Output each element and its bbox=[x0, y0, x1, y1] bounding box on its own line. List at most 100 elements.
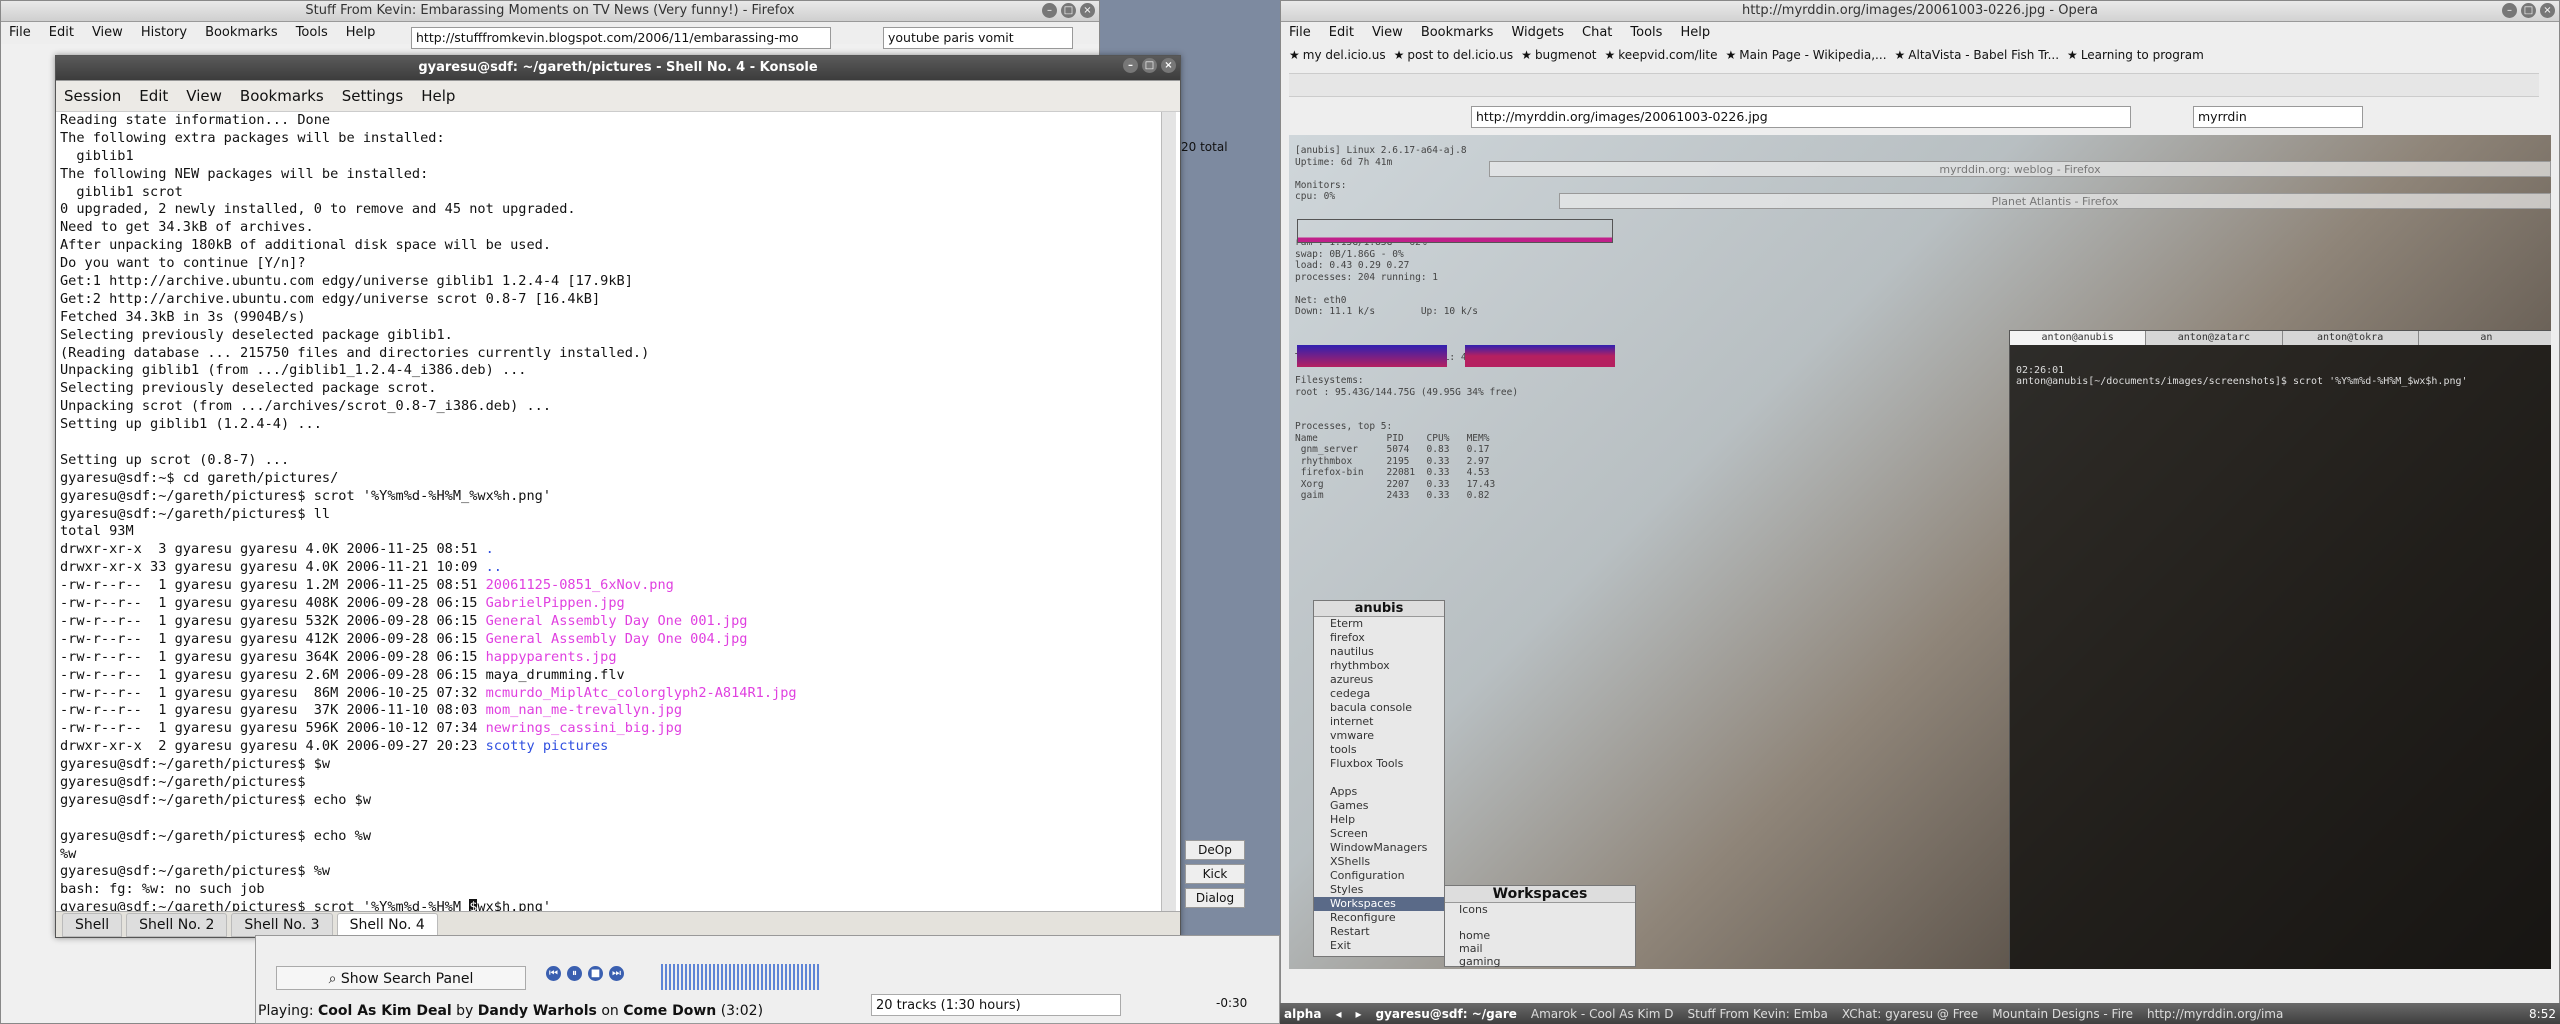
ff-menu-help[interactable]: Help bbox=[346, 22, 376, 44]
bookmark-item[interactable]: ★ keepvid.com/lite bbox=[1605, 48, 1718, 62]
opera-menu-edit[interactable]: Edit bbox=[1329, 22, 1354, 44]
bookmark-item[interactable]: ★ my del.icio.us bbox=[1289, 48, 1386, 62]
opera-menu-bookmarks[interactable]: Bookmarks bbox=[1421, 22, 1494, 44]
konsole-menu-view[interactable]: View bbox=[186, 81, 222, 111]
workspace-next-icon[interactable]: ▸ bbox=[1355, 1007, 1361, 1021]
submenu-item[interactable]: mail bbox=[1445, 942, 1635, 955]
show-search-panel-button[interactable]: ⌕ Show Search Panel bbox=[276, 966, 526, 990]
ff-menu-file[interactable]: File bbox=[9, 22, 31, 44]
menu-item[interactable]: Workspaces bbox=[1314, 897, 1444, 911]
konsole-menu-edit[interactable]: Edit bbox=[139, 81, 168, 111]
ff-menu-history[interactable]: History bbox=[141, 22, 187, 44]
menu-item[interactable]: rhythmbox bbox=[1314, 659, 1444, 673]
opera-menu-chat[interactable]: Chat bbox=[1582, 22, 1612, 44]
close-icon[interactable]: × bbox=[2540, 3, 2555, 18]
close-icon[interactable]: × bbox=[1161, 58, 1176, 73]
menu-item[interactable]: cedega bbox=[1314, 687, 1444, 701]
konsole-menu-help[interactable]: Help bbox=[421, 81, 455, 111]
opera-menu-tools[interactable]: Tools bbox=[1630, 22, 1662, 44]
next-icon[interactable]: ⏭ bbox=[609, 966, 624, 981]
eterm-tab[interactable]: anton@zatarc bbox=[2146, 331, 2283, 345]
menu-item[interactable]: Exit bbox=[1314, 939, 1444, 953]
taskbar-item[interactable]: gyaresu@sdf: ~/gare bbox=[1376, 1007, 1517, 1021]
konsole-menu-session[interactable]: Session bbox=[64, 81, 121, 111]
menu-item[interactable]: Configuration bbox=[1314, 869, 1444, 883]
konsole-tab[interactable]: Shell No. 2 bbox=[126, 912, 228, 937]
minimize-icon[interactable]: – bbox=[1123, 58, 1138, 73]
maximize-icon[interactable]: □ bbox=[1142, 58, 1157, 73]
menu-item[interactable]: nautilus bbox=[1314, 645, 1444, 659]
workspace-name[interactable]: alpha bbox=[1284, 1007, 1321, 1021]
opera-menu-widgets[interactable]: Widgets bbox=[1511, 22, 1564, 44]
chat-dialog-button[interactable]: Dialog bbox=[1185, 888, 1245, 908]
taskbar-item[interactable]: Amarok - Cool As Kim D bbox=[1531, 1007, 1674, 1021]
eterm-tab[interactable]: anton@anubis bbox=[2010, 331, 2147, 345]
menu-item[interactable]: Eterm bbox=[1314, 617, 1444, 631]
konsole-tab[interactable]: Shell bbox=[62, 912, 123, 937]
opera-url-input[interactable]: http://myrddin.org/images/20061003-0226.… bbox=[1471, 106, 2131, 128]
terminal-scrollbar[interactable] bbox=[1161, 112, 1176, 912]
menu-item[interactable]: Help bbox=[1314, 813, 1444, 827]
menu-item[interactable]: internet bbox=[1314, 715, 1444, 729]
menu-item[interactable]: firefox bbox=[1314, 631, 1444, 645]
menu-item[interactable]: vmware bbox=[1314, 729, 1444, 743]
search-input[interactable]: youtube paris vomit bbox=[883, 27, 1073, 49]
menu-item[interactable]: Apps bbox=[1314, 785, 1444, 799]
firefox-url-field[interactable]: http://stufffromkevin.blogspot.com/2006/… bbox=[411, 27, 831, 49]
menu-item[interactable]: Screen bbox=[1314, 827, 1444, 841]
bookmark-item[interactable]: ★ Main Page - Wikipedia,... bbox=[1725, 48, 1886, 62]
konsole-menu-bookmarks[interactable]: Bookmarks bbox=[240, 81, 324, 111]
menu-item[interactable]: tools bbox=[1314, 743, 1444, 757]
menu-item[interactable]: Reconfigure bbox=[1314, 911, 1444, 925]
workspace-prev-icon[interactable]: ◂ bbox=[1335, 1007, 1341, 1021]
menu-item[interactable]: azureus bbox=[1314, 673, 1444, 687]
ff-menu-edit[interactable]: Edit bbox=[49, 22, 74, 44]
url-input[interactable]: http://stufffromkevin.blogspot.com/2006/… bbox=[411, 27, 831, 49]
menu-item[interactable]: Restart bbox=[1314, 925, 1444, 939]
firefox-search-field[interactable]: youtube paris vomit bbox=[883, 27, 1073, 49]
opera-menu-file[interactable]: File bbox=[1289, 22, 1311, 44]
minimize-icon[interactable]: – bbox=[2502, 3, 2517, 18]
konsole-tab[interactable]: Shell No. 3 bbox=[231, 912, 333, 937]
chat-deop-button[interactable]: DeOp bbox=[1185, 840, 1245, 860]
opera-address-field[interactable]: http://myrddin.org/images/20061003-0226.… bbox=[1471, 106, 2131, 128]
opera-menu-help[interactable]: Help bbox=[1680, 22, 1710, 44]
menu-item[interactable]: Games bbox=[1314, 799, 1444, 813]
menu-item[interactable]: Styles bbox=[1314, 883, 1444, 897]
ff-menu-bookmarks[interactable]: Bookmarks bbox=[205, 22, 278, 44]
opera-menu-view[interactable]: View bbox=[1372, 22, 1403, 44]
menu-item[interactable]: Fluxbox Tools bbox=[1314, 757, 1444, 771]
taskbar-item[interactable]: XChat: gyaresu @ Free bbox=[1842, 1007, 1978, 1021]
ff-menu-tools[interactable]: Tools bbox=[296, 22, 328, 44]
bookmark-item[interactable]: ★ bugmenot bbox=[1521, 48, 1596, 62]
terminal-output[interactable]: Reading state information... Done The fol… bbox=[58, 112, 1160, 912]
opera-search-field[interactable]: myrrdin bbox=[2193, 106, 2363, 128]
taskbar-item[interactable]: Stuff From Kevin: Emba bbox=[1688, 1007, 1828, 1021]
ff-menu-view[interactable]: View bbox=[92, 22, 123, 44]
konsole-tab[interactable]: Shell No. 4 bbox=[336, 912, 438, 937]
bookmark-item[interactable]: ★ AltaVista - Babel Fish Tr... bbox=[1895, 48, 2060, 62]
menu-item[interactable]: WindowManagers bbox=[1314, 841, 1444, 855]
submenu-item[interactable]: home bbox=[1445, 929, 1635, 942]
minimize-icon[interactable]: – bbox=[1042, 3, 1057, 18]
previous-icon[interactable]: ⏮ bbox=[546, 966, 561, 981]
pause-icon[interactable]: ⏸ bbox=[567, 966, 582, 981]
submenu-item[interactable]: Icons bbox=[1445, 903, 1635, 916]
eterm-tab[interactable]: an bbox=[2418, 331, 2551, 345]
close-icon[interactable]: × bbox=[1080, 3, 1095, 18]
taskbar-item[interactable]: http://myrddin.org/ima bbox=[2147, 1007, 2283, 1021]
opera-search-input[interactable]: myrrdin bbox=[2193, 106, 2363, 128]
menu-item[interactable]: XShells bbox=[1314, 855, 1444, 869]
chat-kick-button[interactable]: Kick bbox=[1185, 864, 1245, 884]
taskbar-item[interactable]: Mountain Designs - Fire bbox=[1992, 1007, 2133, 1021]
bookmark-item[interactable]: ★ Learning to program bbox=[2067, 48, 2204, 62]
maximize-icon[interactable]: □ bbox=[1061, 3, 1076, 18]
konsole-menu-settings[interactable]: Settings bbox=[342, 81, 404, 111]
submenu-item[interactable]: gaming bbox=[1445, 955, 1635, 968]
bookmark-item[interactable]: ★ post to del.icio.us bbox=[1394, 48, 1514, 62]
menu-item[interactable]: bacula console bbox=[1314, 701, 1444, 715]
eterm-tab[interactable]: anton@tokra bbox=[2282, 331, 2419, 345]
stop-icon[interactable]: ■ bbox=[588, 966, 603, 981]
maximize-icon[interactable]: □ bbox=[2521, 3, 2536, 18]
image-viewport[interactable]: myrddin.org: weblog - Firefox Planet Atl… bbox=[1289, 135, 2551, 969]
